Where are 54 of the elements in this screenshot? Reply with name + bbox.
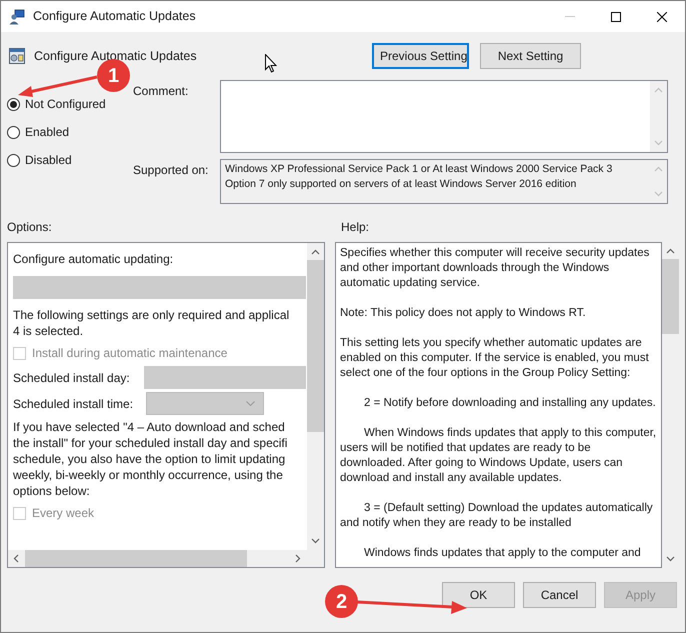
option-description: If you have selected "4 – Auto download and sched the install" for your scheduled install day and specifi schedule, you also have the option to limit updating weekly, bi-weekly or monthly occurrence, using the options below: <box>13 419 288 499</box>
radio-button[interactable] <box>7 154 20 166</box>
help-paragraph: When Windows finds updates that apply to this computer, users will be notified that updates are ready to be downloaded. After going to Windows Update, users can download and install any available updates. <box>340 426 657 486</box>
close-icon <box>657 12 667 22</box>
maximize-icon <box>611 12 621 22</box>
input-field[interactable] <box>144 366 306 389</box>
scroll-left-icon[interactable] <box>13 554 19 563</box>
select-field[interactable] <box>146 392 264 415</box>
comment-field[interactable] <box>220 80 668 153</box>
computer-user-icon <box>9 8 25 24</box>
dialog-button[interactable]: OK <box>442 582 515 608</box>
policy-window-icon <box>9 48 25 64</box>
help-paragraph: 2 = Notify before downloading and installing any updates. <box>363 396 657 411</box>
nav-button[interactable]: Next Setting <box>480 43 581 69</box>
option-label: Configure automatic updating: <box>13 251 174 268</box>
minimize-icon <box>565 16 575 17</box>
dialog-button[interactable]: Cancel <box>523 582 596 608</box>
scroll-right-icon[interactable] <box>295 554 301 563</box>
radio-label: Not Configured <box>25 96 106 113</box>
scroll-up-icon[interactable] <box>666 248 675 254</box>
checkbox[interactable] <box>13 346 26 360</box>
checkbox-label: Every week <box>32 505 94 522</box>
scroll-up-icon[interactable] <box>311 249 320 255</box>
option-description: The following settings are only required and applical 4 is selected. <box>13 307 290 339</box>
help-paragraph: Note: This policy does not apply to Windows RT. <box>340 306 587 321</box>
chevron-down-icon <box>246 401 255 406</box>
field-label: Scheduled install time: <box>13 396 134 412</box>
scroll-thumb[interactable] <box>662 259 679 334</box>
radio-button[interactable] <box>7 126 20 138</box>
dropdown-field[interactable] <box>13 276 306 299</box>
horizontal-scrollbar[interactable] <box>8 550 324 567</box>
cursor-icon <box>264 54 277 72</box>
help-paragraph: Specifies whether this computer will receive security updates and other important downloads through the Windows automatic updating service. <box>340 246 650 291</box>
scroll-down-icon[interactable] <box>311 538 320 544</box>
scroll-thumb[interactable] <box>307 260 324 432</box>
nav-button[interactable]: Previous Setting <box>372 43 469 69</box>
comment-label: Comment: <box>133 83 190 100</box>
field-label: Scheduled install day: <box>13 370 131 386</box>
radio-label: Enabled <box>25 124 70 141</box>
radio-label: Disabled <box>25 152 72 169</box>
options-label: Options: <box>7 219 53 236</box>
help-paragraph: 3 = (Default setting) Download the updates automatically and notify when they are ready to be installed <box>340 501 654 531</box>
checkbox[interactable] <box>13 506 26 520</box>
radio-button[interactable] <box>7 98 20 110</box>
supported-on-label: Supported on: <box>133 162 210 179</box>
checkbox-label: Install during automatic maintenance <box>32 345 228 362</box>
help-paragraph: Windows finds updates that apply to the computer and <box>363 546 642 561</box>
vertical-scrollbar[interactable] <box>307 243 324 550</box>
window-title: Configure Automatic Updates <box>33 8 196 26</box>
help-label: Help: <box>340 219 370 236</box>
scroll-down-icon[interactable] <box>666 556 675 562</box>
help-paragraph: This setting lets you specify whether automatic updates are enabled on this computer. If the service is enabled, you must select one of the four options in the Group Policy Setting: <box>340 336 650 381</box>
supported-on-text: Windows XP Professional Service Pack 1 or At least Windows 2000 Service Pack 3 Option 7 only supported on servers of at least Windows Server 2016 edition <box>224 162 614 192</box>
scroll-thumb[interactable] <box>25 550 247 567</box>
